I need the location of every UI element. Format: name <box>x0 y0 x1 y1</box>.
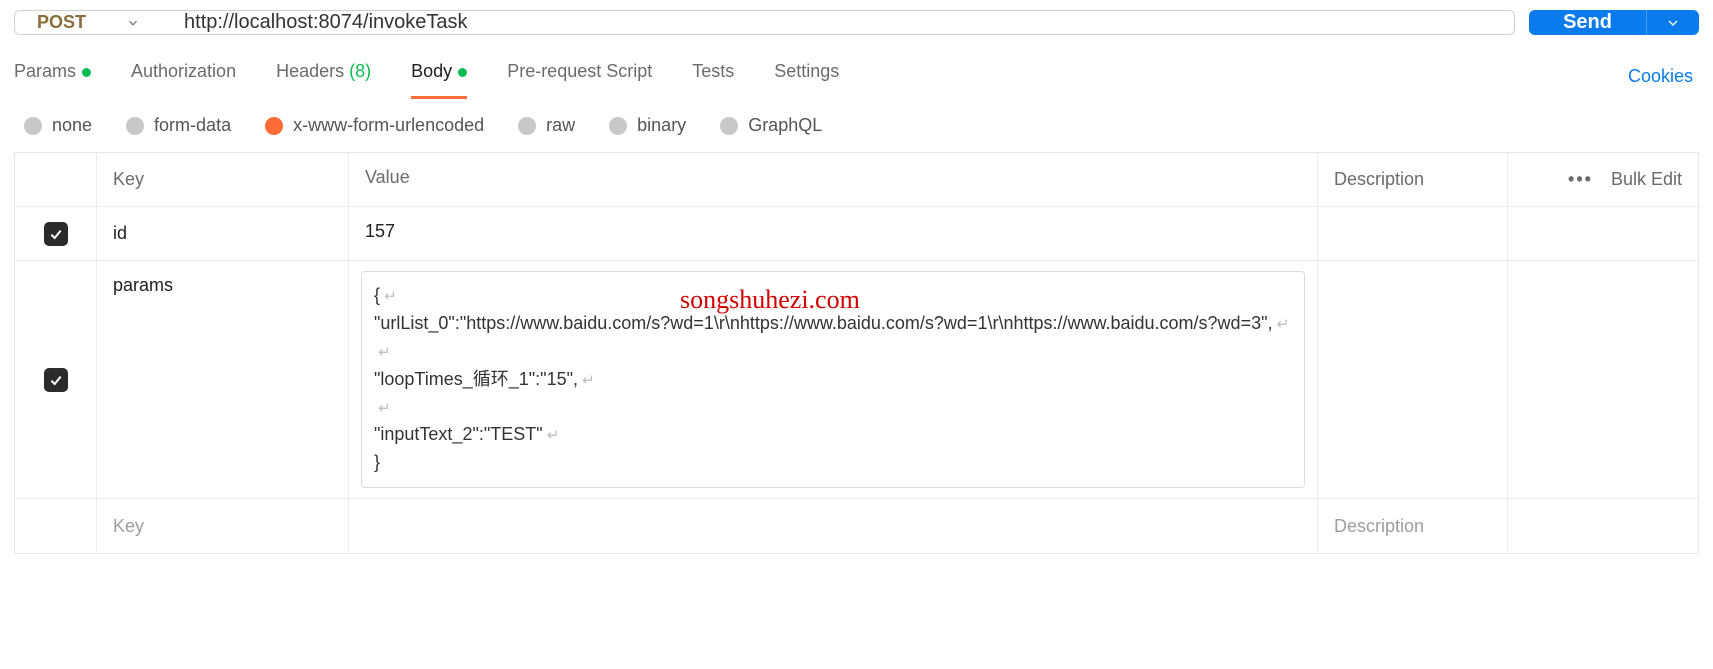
send-group: Send <box>1529 10 1699 35</box>
row-enabled-checkbox[interactable] <box>44 222 68 246</box>
request-top-bar: POST Send <box>0 0 1713 43</box>
send-dropdown-button[interactable] <box>1646 10 1699 35</box>
row-enabled-checkbox[interactable] <box>44 368 68 392</box>
radio-icon <box>720 117 738 135</box>
body-type-form-data-label: form-data <box>154 115 231 136</box>
table-header-actions: ••• Bulk Edit <box>1508 153 1698 206</box>
chevron-down-icon <box>1665 15 1681 31</box>
table-header-key: Key <box>97 153 349 206</box>
radio-icon <box>518 117 536 135</box>
http-method-label: POST <box>37 12 86 33</box>
body-type-selector: none form-data x-www-form-urlencoded raw… <box>0 99 1713 152</box>
row-check-cell <box>15 207 97 260</box>
body-type-raw[interactable]: raw <box>518 115 575 136</box>
body-type-none-label: none <box>52 115 92 136</box>
tabs-left: Params Authorization Headers (8) Body Pr… <box>14 53 839 99</box>
tab-body[interactable]: Body <box>411 53 467 99</box>
row-description-cell[interactable] <box>1318 207 1508 260</box>
cookies-link[interactable]: Cookies <box>1628 66 1699 87</box>
tab-settings[interactable]: Settings <box>774 53 839 99</box>
table-header-value: Value <box>349 153 1318 206</box>
radio-icon <box>609 117 627 135</box>
tab-params[interactable]: Params <box>14 53 91 99</box>
row-actions-cell <box>1508 207 1698 260</box>
tab-headers[interactable]: Headers (8) <box>276 53 371 99</box>
body-type-graphql[interactable]: GraphQL <box>720 115 822 136</box>
body-type-raw-label: raw <box>546 115 575 136</box>
more-options-icon[interactable]: ••• <box>1568 169 1593 190</box>
table-header-description: Description <box>1318 153 1508 206</box>
table-placeholder-row: Key Description <box>15 499 1698 553</box>
table-header-row: Key Value Description ••• Bulk Edit <box>15 153 1698 207</box>
tab-params-label: Params <box>14 61 76 81</box>
status-dot-icon <box>458 68 467 77</box>
send-button[interactable]: Send <box>1529 10 1646 35</box>
request-url-input[interactable] <box>162 11 1514 34</box>
row-check-cell <box>15 261 97 498</box>
bulk-edit-link[interactable]: Bulk Edit <box>1611 169 1682 190</box>
table-row: id 157 <box>15 207 1698 261</box>
body-type-binary[interactable]: binary <box>609 115 686 136</box>
tab-headers-count: (8) <box>349 61 371 81</box>
tab-pre-request-script[interactable]: Pre-request Script <box>507 53 652 99</box>
body-type-urlencoded-label: x-www-form-urlencoded <box>293 115 484 136</box>
body-type-none[interactable]: none <box>24 115 92 136</box>
table-header-check <box>15 153 97 206</box>
body-type-form-data[interactable]: form-data <box>126 115 231 136</box>
checkmark-icon <box>48 372 64 388</box>
row-actions-cell <box>1508 499 1698 553</box>
checkmark-icon <box>48 226 64 242</box>
row-key-cell[interactable]: params <box>97 261 349 498</box>
row-key-placeholder[interactable]: Key <box>97 499 349 553</box>
tab-tests[interactable]: Tests <box>692 53 734 99</box>
row-value-textarea[interactable]: { ↵"urlList_0":"https://www.baidu.com/s?… <box>361 271 1305 488</box>
row-actions-cell <box>1508 261 1698 498</box>
http-method-select[interactable]: POST <box>15 11 162 34</box>
chevron-down-icon <box>126 16 140 30</box>
body-type-binary-label: binary <box>637 115 686 136</box>
row-key-cell[interactable]: id <box>97 207 349 260</box>
row-value-placeholder[interactable] <box>349 499 1318 553</box>
radio-icon <box>126 117 144 135</box>
radio-icon <box>265 117 283 135</box>
tab-headers-label: Headers <box>276 61 344 81</box>
tab-authorization[interactable]: Authorization <box>131 53 236 99</box>
row-description-placeholder[interactable]: Description <box>1318 499 1508 553</box>
row-check-cell <box>15 499 97 553</box>
table-row: params { ↵"urlList_0":"https://www.baidu… <box>15 261 1698 499</box>
row-value-cell[interactable]: 157 <box>349 207 1318 260</box>
row-description-cell[interactable] <box>1318 261 1508 498</box>
request-tabs: Params Authorization Headers (8) Body Pr… <box>0 43 1713 99</box>
params-table: Key Value Description ••• Bulk Edit id 1… <box>14 152 1699 554</box>
body-type-urlencoded[interactable]: x-www-form-urlencoded <box>265 115 484 136</box>
tab-body-label: Body <box>411 61 452 81</box>
status-dot-icon <box>82 68 91 77</box>
url-group: POST <box>14 10 1515 35</box>
body-type-graphql-label: GraphQL <box>748 115 822 136</box>
row-value-cell: { ↵"urlList_0":"https://www.baidu.com/s?… <box>349 261 1318 498</box>
radio-icon <box>24 117 42 135</box>
